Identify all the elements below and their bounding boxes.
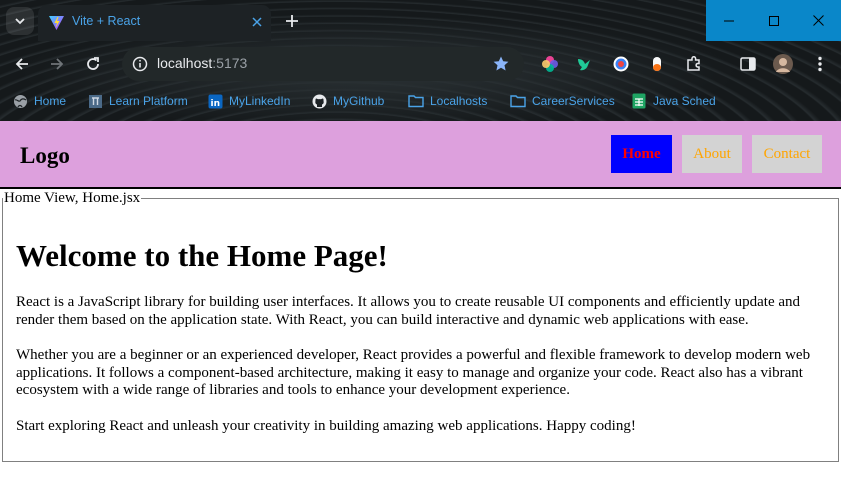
intro-paragraph: React is a JavaScript library for buildi… (16, 294, 801, 328)
extension-capsule-button[interactable] (646, 53, 668, 75)
view-legend: Home View, Home.jsx (4, 190, 141, 206)
avatar (773, 54, 793, 74)
star-icon (493, 56, 509, 71)
arrow-left-icon (15, 58, 28, 70)
nav-link-about[interactable]: About (682, 135, 742, 173)
bookmark-learn-platform[interactable]: Learn Platform (87, 88, 188, 114)
color-wheel-icon (542, 56, 558, 72)
site-logo: Logo (20, 143, 70, 168)
bookmark-home[interactable]: Home (12, 88, 66, 114)
sheets-icon (631, 93, 647, 109)
plus-icon (286, 15, 298, 27)
page-title: Welcome to the Home Page! (16, 238, 388, 273)
browser-chrome: Vite + React localhost:5173 Home Learn P… (0, 0, 841, 121)
linkedin-icon: in (207, 93, 223, 109)
tab-search-button[interactable] (6, 7, 34, 35)
capsule-icon (653, 57, 661, 71)
tab-strip: Vite + React (0, 0, 841, 41)
site-header: Logo Home About Contact (0, 121, 841, 189)
nav-link-contact[interactable]: Contact (752, 135, 822, 173)
browser-menu-button[interactable] (809, 53, 831, 75)
github-icon (311, 93, 327, 109)
svg-text:in: in (210, 99, 220, 109)
bookmark-careerservices[interactable]: CareerServices (510, 88, 615, 114)
puzzle-icon (687, 55, 700, 71)
close-icon (252, 17, 262, 27)
extension-colorpicker-button[interactable] (539, 53, 561, 75)
globe-icon (12, 93, 28, 109)
minimize-button[interactable] (706, 0, 751, 41)
more-vertical-icon (818, 56, 822, 72)
reload-icon (87, 57, 99, 70)
folder-icon (408, 93, 424, 109)
reload-button[interactable] (80, 51, 106, 77)
bookmark-label: Java Sched (653, 94, 716, 108)
site-info-button[interactable] (128, 52, 152, 76)
bookmark-java-sched[interactable]: Java Sched (631, 88, 716, 114)
tab-title: Vite + React (72, 14, 141, 28)
bookmark-star-button[interactable] (489, 52, 513, 76)
vite-icon (49, 16, 64, 30)
bookmark-mylinkedin[interactable]: in MyLinkedIn (207, 88, 290, 114)
arrow-right-icon (51, 58, 64, 70)
bookmark-label: Learn Platform (109, 94, 188, 108)
bookmark-label: MyGithub (333, 94, 385, 108)
info-icon (132, 56, 148, 72)
browser-tab[interactable]: Vite + React (38, 5, 271, 41)
nav-link-home[interactable]: Home (611, 135, 672, 173)
close-icon (813, 15, 824, 26)
bird-icon (578, 59, 590, 71)
bookmark-label: Home (34, 94, 67, 108)
extension-bird-button[interactable] (573, 53, 595, 75)
bookmarks-bar: Home Learn Platform in MyLinkedIn MyGith… (0, 88, 841, 114)
learn-platform-icon (87, 93, 103, 109)
forward-button[interactable] (44, 51, 70, 77)
window-close-button[interactable] (796, 0, 841, 41)
address-bar[interactable]: localhost:5173 (122, 47, 524, 81)
bookmark-label: CareerServices (532, 94, 615, 108)
maximize-button[interactable] (751, 0, 796, 41)
chevron-down-icon (15, 18, 25, 25)
home-view-fieldset: Home View, Home.jsx Welcome to the Home … (2, 190, 839, 462)
url-port: :5173 (212, 55, 248, 71)
bookmark-localhosts[interactable]: Localhosts (408, 88, 487, 114)
url-host: localhost (157, 55, 213, 71)
minimize-icon (723, 20, 734, 21)
url-text[interactable]: localhost:5173 (157, 55, 247, 71)
profile-avatar-button[interactable] (772, 53, 794, 75)
side-panel-icon (740, 57, 756, 71)
bookmark-mygithub[interactable]: MyGithub (311, 88, 384, 114)
tab-close-button[interactable] (247, 12, 267, 32)
extensions-button[interactable] (683, 53, 705, 75)
new-tab-button[interactable] (280, 9, 304, 33)
body-paragraph: Whether you are a beginner or an experie… (16, 347, 811, 398)
bookmark-label: Localhosts (430, 94, 488, 108)
extension-target-button[interactable] (610, 53, 632, 75)
folder-icon (510, 93, 526, 109)
back-button[interactable] (9, 51, 35, 77)
target-icon (613, 56, 629, 72)
maximize-icon (768, 15, 779, 26)
side-panel-button[interactable] (737, 53, 759, 75)
bookmark-label: MyLinkedIn (229, 94, 291, 108)
closing-paragraph: Start exploring React and unleash your c… (16, 417, 636, 434)
